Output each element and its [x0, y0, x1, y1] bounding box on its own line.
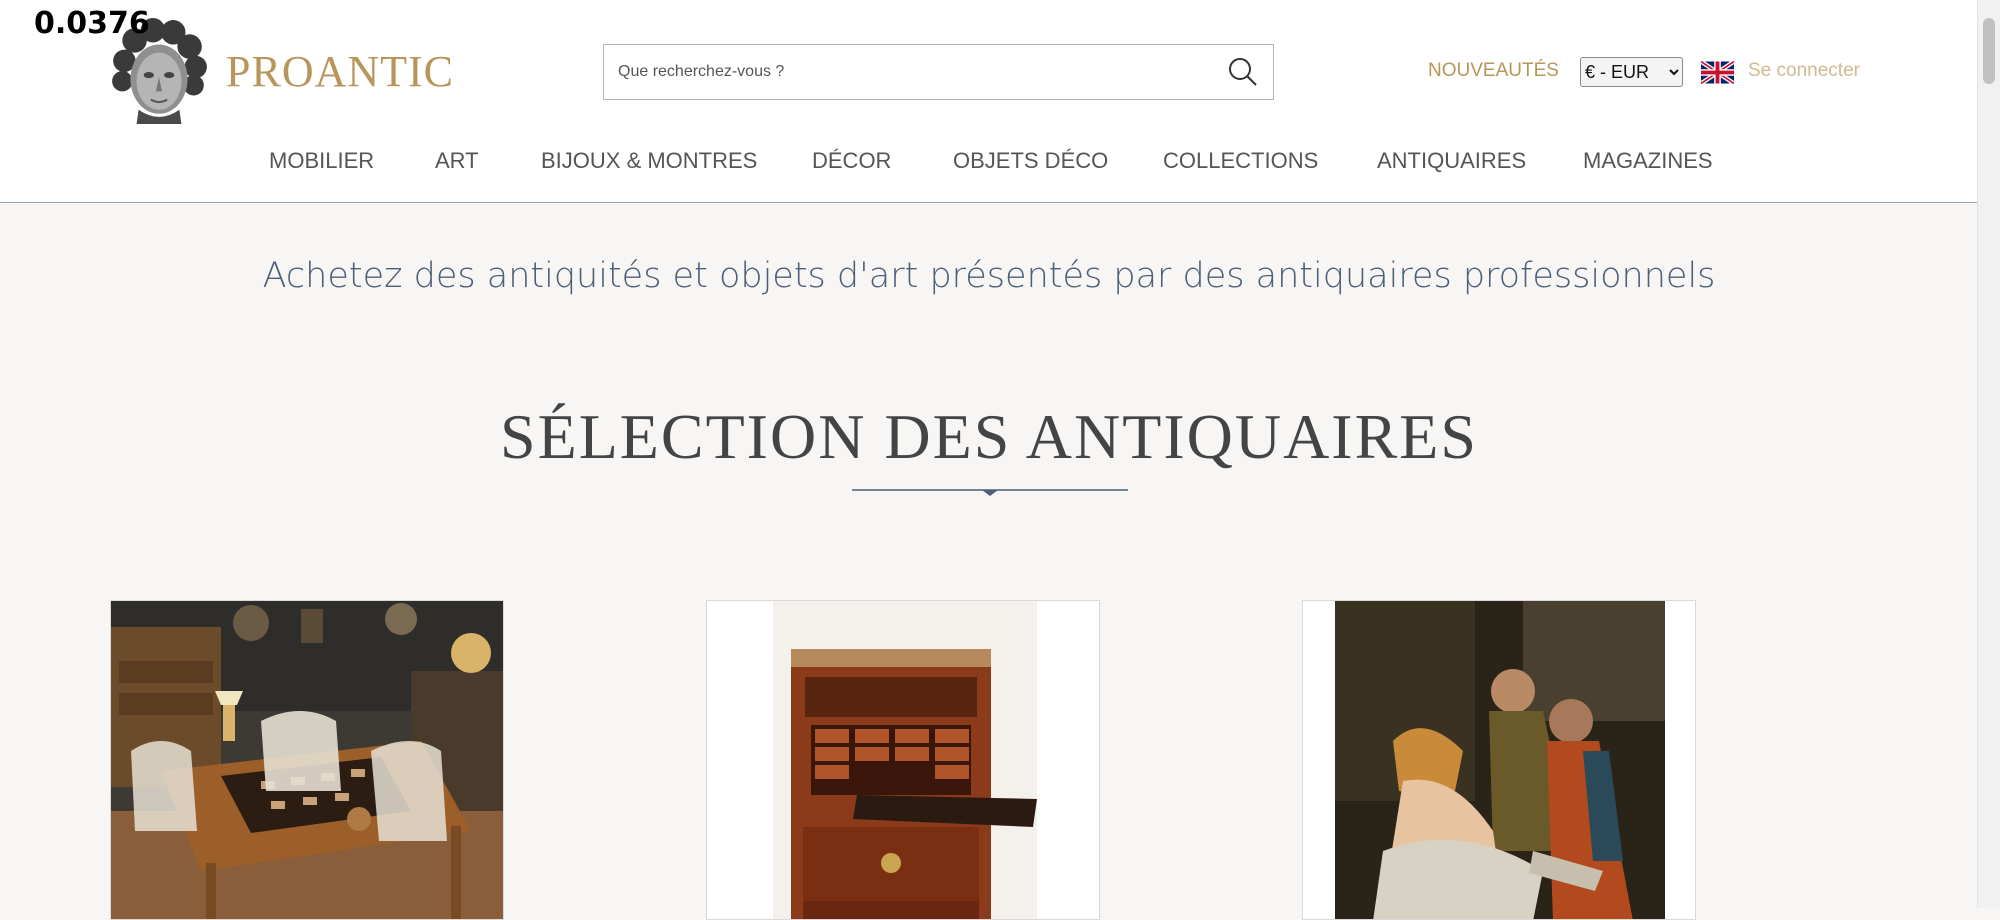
uk-flag-icon[interactable] — [1701, 61, 1734, 84]
product-card-game-table[interactable] — [110, 600, 504, 920]
divider-diamond-icon — [852, 489, 1128, 496]
search-input[interactable] — [616, 62, 1213, 82]
nav-item-art[interactable]: ART — [435, 148, 479, 174]
section-title: SÉLECTION DES ANTIQUAIRES — [500, 401, 1478, 472]
brand-name: PROANTIC — [226, 46, 455, 96]
overlay-value: 0.0376 — [34, 6, 150, 41]
search-button[interactable] — [1213, 45, 1273, 99]
logo[interactable]: PROANTIC — [108, 18, 454, 124]
product-image-painting — [1303, 601, 1695, 919]
nav-item-antiquaires[interactable]: ANTIQUAIRES — [1377, 148, 1526, 174]
page-scrollbar[interactable] — [1977, 0, 2000, 908]
nav-item-mobilier[interactable]: MOBILIER — [269, 148, 374, 174]
search-bar — [603, 44, 1274, 100]
nav-item-decor[interactable]: DÉCOR — [812, 148, 891, 174]
new-arrivals-link[interactable]: NOUVEAUTÉS — [1428, 60, 1559, 82]
login-link[interactable]: Se connecter — [1748, 60, 1860, 82]
scrollbar-thumb[interactable] — [1983, 18, 1995, 84]
product-card-secretary-desk[interactable] — [706, 600, 1100, 920]
product-card-painting[interactable] — [1302, 600, 1696, 920]
product-image-secretary-desk — [707, 601, 1099, 919]
nav-item-bijoux-montres[interactable]: BIJOUX & MONTRES — [541, 148, 757, 174]
currency-select[interactable]: € - EUR — [1580, 57, 1683, 87]
nav-item-collections[interactable]: COLLECTIONS — [1163, 148, 1318, 174]
site-header: PROANTIC NOUVEAUTÉS € - EUR Se connecter… — [0, 0, 1978, 203]
main-nav: MOBILIER ART BIJOUX & MONTRES DÉCOR OBJE… — [0, 148, 1978, 178]
nav-item-objets-deco[interactable]: OBJETS DÉCO — [953, 148, 1108, 174]
product-image-game-table — [111, 601, 503, 919]
search-icon — [1229, 58, 1257, 86]
nav-item-magazines[interactable]: MAGAZINES — [1583, 148, 1713, 174]
tagline: Achetez des antiquités et objets d'art p… — [262, 256, 1716, 296]
